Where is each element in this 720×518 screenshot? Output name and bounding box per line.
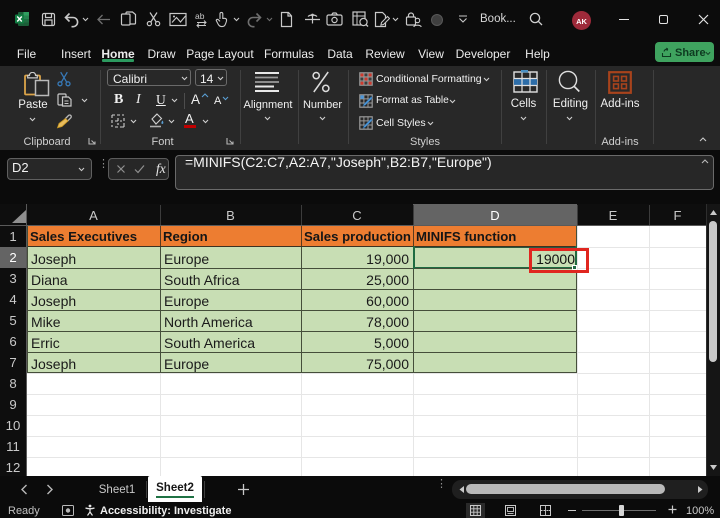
svg-text:ab: ab [195, 11, 205, 21]
